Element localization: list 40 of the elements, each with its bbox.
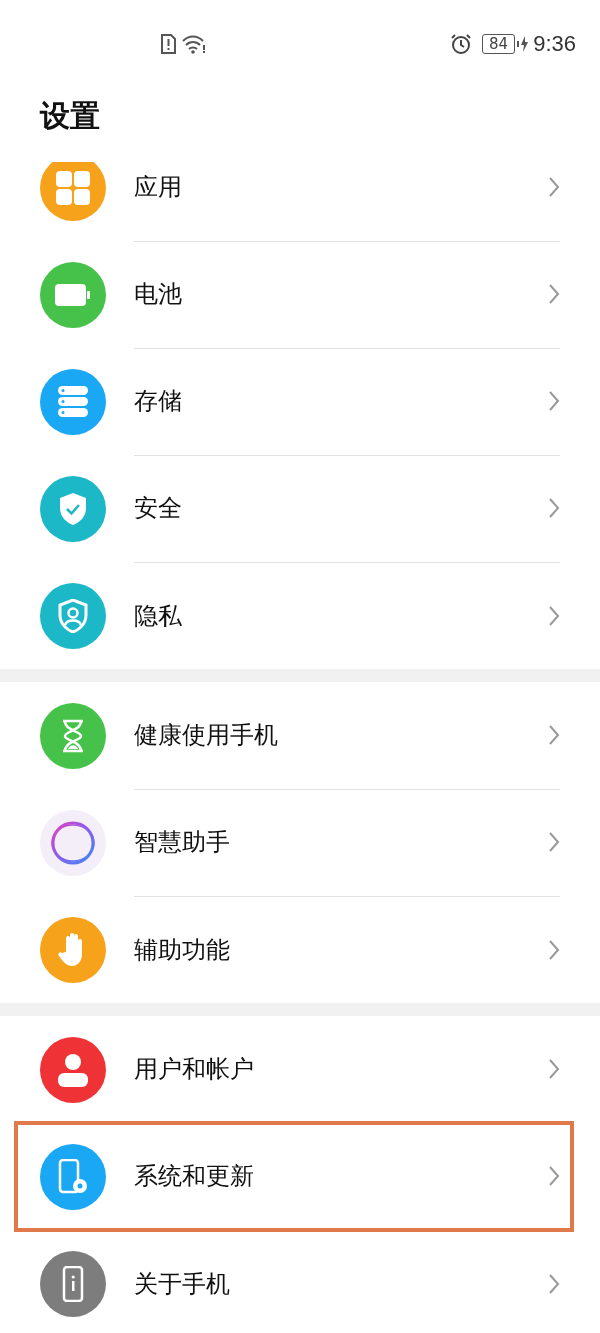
- settings-item[interactable]: 辅助功能: [0, 896, 600, 1003]
- item-label: 应用: [134, 172, 183, 203]
- settings-item[interactable]: 智慧助手: [0, 789, 600, 896]
- settings-item[interactable]: 隐私: [0, 562, 600, 669]
- settings-item[interactable]: 系统和更新: [0, 1123, 600, 1230]
- chevron-icon: [548, 390, 560, 412]
- item-label: 电池: [134, 279, 183, 310]
- item-label: 系统和更新: [134, 1161, 255, 1192]
- settings-item[interactable]: 电池: [0, 241, 600, 348]
- chevron-icon: [548, 724, 560, 746]
- wifi-icon: [182, 34, 206, 54]
- page-title: 设置: [38, 97, 101, 135]
- chevron-icon: [548, 604, 560, 627]
- settings-item[interactable]: 用户和帐户: [0, 1016, 600, 1123]
- item-label: 用户和帐户: [134, 1054, 255, 1085]
- item-label: 存储: [134, 386, 183, 417]
- chevron-icon: [548, 1272, 560, 1295]
- settings-item[interactable]: 健康使用手机: [0, 682, 600, 789]
- settings-item[interactable]: 应用: [0, 162, 600, 241]
- chevron-icon: [548, 1165, 560, 1187]
- settings-item[interactable]: 安全: [0, 455, 600, 562]
- item-label: 关于手机: [134, 1268, 231, 1300]
- chevron-icon: [548, 938, 560, 961]
- charging-icon: [517, 35, 530, 53]
- settings-item[interactable]: 关于手机: [0, 1230, 600, 1333]
- chevron-icon: [548, 497, 560, 519]
- item-label: 隐私: [134, 600, 183, 632]
- alarm-icon: [450, 33, 473, 55]
- chevron-icon: [548, 176, 560, 198]
- settings-item[interactable]: 存储: [0, 348, 600, 455]
- item-label: 安全: [134, 493, 183, 524]
- battery-level: 84: [482, 34, 516, 54]
- item-label: 辅助功能: [134, 934, 231, 966]
- chevron-icon: [548, 283, 560, 305]
- chevron-icon: [548, 1058, 560, 1080]
- sim-alert-icon: [160, 34, 176, 54]
- clock-time: 9:36: [533, 31, 576, 57]
- item-label: 健康使用手机: [134, 720, 279, 751]
- chevron-icon: [548, 831, 560, 853]
- item-label: 智慧助手: [134, 827, 231, 858]
